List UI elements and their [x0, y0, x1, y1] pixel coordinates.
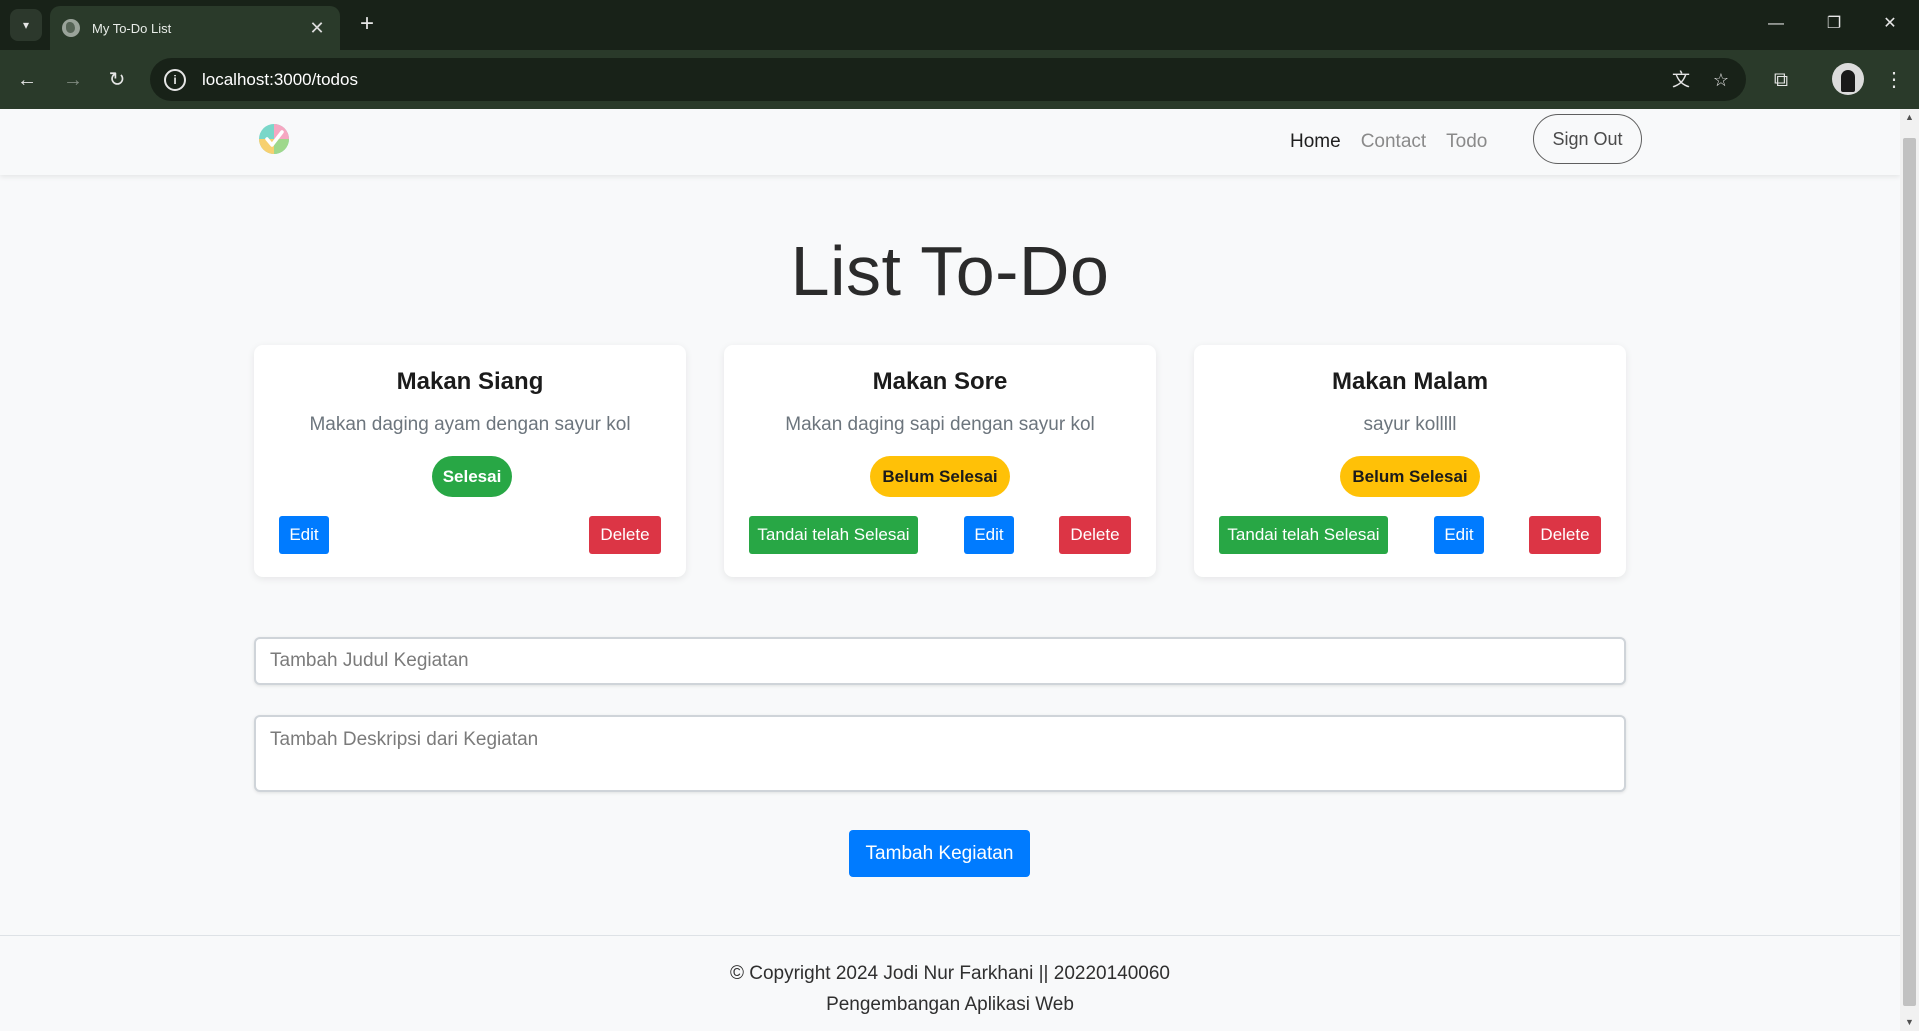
scrollbar-thumb[interactable] — [1903, 138, 1916, 1006]
tab-title: My To-Do List — [92, 20, 172, 36]
nav-link-contact[interactable]: Contact — [1361, 131, 1426, 153]
translate-icon[interactable]: 文 — [1666, 65, 1696, 95]
minimize-icon[interactable]: — — [1756, 8, 1796, 40]
delete-button[interactable]: Delete — [589, 516, 661, 554]
tab-search-button[interactable]: ▾ — [10, 9, 42, 41]
close-window-icon[interactable]: ✕ — [1870, 8, 1910, 40]
status-badge: Belum Selesai — [1340, 456, 1480, 497]
extensions-icon[interactable]: ⧉ — [1765, 64, 1797, 96]
chevron-down-icon: ▾ — [22, 18, 30, 32]
mark-done-button[interactable]: Tandai telah Selesai — [749, 516, 918, 554]
site-footer: © Copyright 2024 Jodi Nur Farkhani || 20… — [0, 935, 1900, 1031]
mark-done-button[interactable]: Tandai telah Selesai — [1219, 516, 1388, 554]
brand-logo-icon[interactable] — [258, 123, 290, 155]
browser-tab-strip: ▾ My To-Do List ✕ + — ❐ ✕ — [0, 0, 1919, 50]
todo-description-input[interactable] — [254, 715, 1626, 792]
forward-arrow-icon[interactable]: → — [57, 64, 89, 96]
footer-subtitle: Pengembangan Aplikasi Web — [826, 994, 1074, 1015]
page-viewport: Home Contact Todo Sign Out List To-Do Ma… — [0, 109, 1900, 1031]
todo-card: Makan Siang Makan daging ayam dengan say… — [254, 345, 686, 577]
todo-title: Makan Siang — [396, 368, 544, 395]
address-bar[interactable]: i localhost:3000/todos 文 ☆ — [150, 58, 1746, 101]
back-arrow-icon[interactable]: ← — [11, 64, 43, 96]
edit-button[interactable]: Edit — [1434, 516, 1484, 554]
new-tab-button[interactable]: + — [352, 10, 382, 40]
status-badge: Selesai — [432, 456, 512, 497]
edit-button[interactable]: Edit — [964, 516, 1014, 554]
browser-toolbar: ← → ↻ i localhost:3000/todos 文 ☆ ⧉ ⋮ — [0, 50, 1919, 109]
nav-link-home[interactable]: Home — [1290, 131, 1341, 153]
scroll-down-arrow-icon[interactable]: ▼ — [1900, 1014, 1919, 1031]
status-badge: Belum Selesai — [870, 456, 1010, 497]
nav-link-todo[interactable]: Todo — [1446, 131, 1487, 153]
todo-card: Makan Malam sayur kolllll Belum Selesai … — [1194, 345, 1626, 577]
delete-button[interactable]: Delete — [1059, 516, 1131, 554]
restore-icon[interactable]: ❐ — [1814, 8, 1854, 40]
reload-icon[interactable]: ↻ — [101, 64, 133, 96]
todo-title: Makan Malam — [1331, 368, 1489, 395]
site-info-icon[interactable]: i — [164, 68, 186, 91]
todo-description: Makan daging sapi dengan sayur kol — [785, 414, 1095, 435]
nav-links: Home Contact Todo — [1290, 109, 1507, 175]
add-todo-button[interactable]: Tambah Kegiatan — [849, 830, 1030, 877]
todo-title-input[interactable] — [254, 637, 1626, 685]
footer-copyright: © Copyright 2024 Jodi Nur Farkhani || 20… — [729, 963, 1171, 984]
profile-avatar[interactable] — [1832, 63, 1864, 95]
globe-icon — [62, 19, 80, 37]
url-text[interactable]: localhost:3000/todos — [202, 70, 1666, 90]
delete-button[interactable]: Delete — [1529, 516, 1601, 554]
page-title: List To-Do — [790, 232, 1110, 310]
browser-tab[interactable]: My To-Do List ✕ — [50, 6, 340, 50]
sign-out-button[interactable]: Sign Out — [1533, 114, 1642, 164]
bookmark-star-icon[interactable]: ☆ — [1706, 65, 1736, 95]
todo-description: sayur kolllll — [1363, 414, 1457, 435]
site-navbar: Home Contact Todo Sign Out — [0, 109, 1900, 175]
todo-description: Makan daging ayam dengan sayur kol — [309, 414, 631, 435]
scroll-up-arrow-icon[interactable]: ▲ — [1900, 109, 1919, 126]
edit-button[interactable]: Edit — [279, 516, 329, 554]
more-menu-icon[interactable]: ⋮ — [1878, 64, 1910, 96]
todo-card: Makan Sore Makan daging sapi dengan sayu… — [724, 345, 1156, 577]
page-scrollbar[interactable]: ▲ ▼ — [1900, 109, 1919, 1031]
todo-title: Makan Sore — [872, 368, 1008, 395]
close-icon[interactable]: ✕ — [306, 18, 328, 39]
